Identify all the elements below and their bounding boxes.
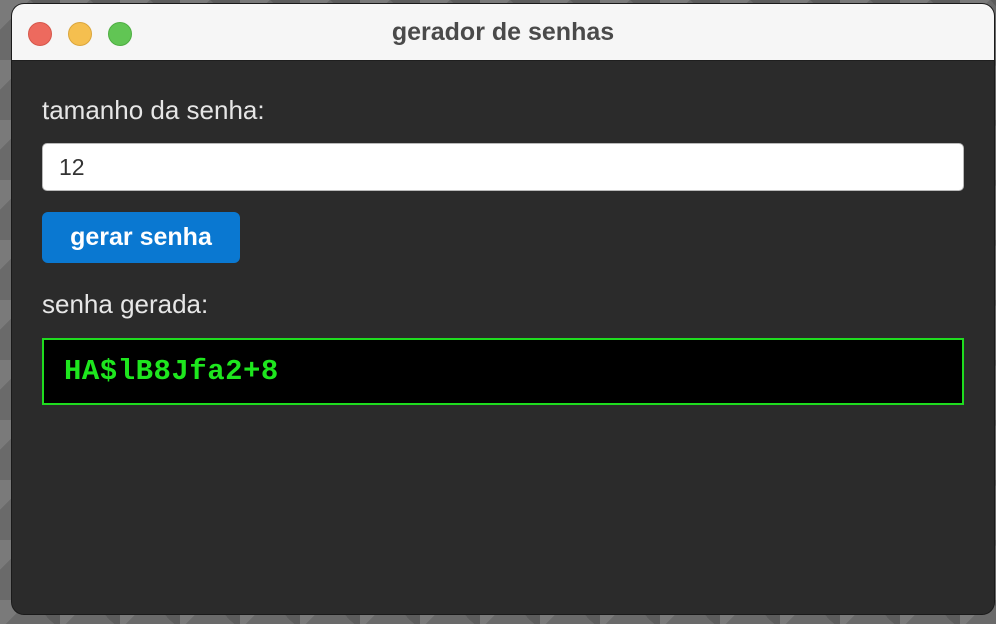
password-length-label: tamanho da senha: [42, 95, 265, 125]
title-bar[interactable]: gerador de senhas [12, 4, 994, 61]
app-window: gerador de senhas tamanho da senha: gera… [12, 4, 994, 614]
password-length-input[interactable] [42, 143, 964, 191]
generated-password-display: HA$lB8Jfa2+8 [42, 338, 964, 405]
generated-password-text: HA$lB8Jfa2+8 [64, 355, 279, 388]
generate-password-button[interactable]: gerar senha [42, 212, 240, 263]
main-content: tamanho da senha: gerar senha senha gera… [12, 61, 994, 614]
generated-password-label: senha gerada: [42, 289, 209, 319]
window-title: gerador de senhas [391, 18, 615, 46]
